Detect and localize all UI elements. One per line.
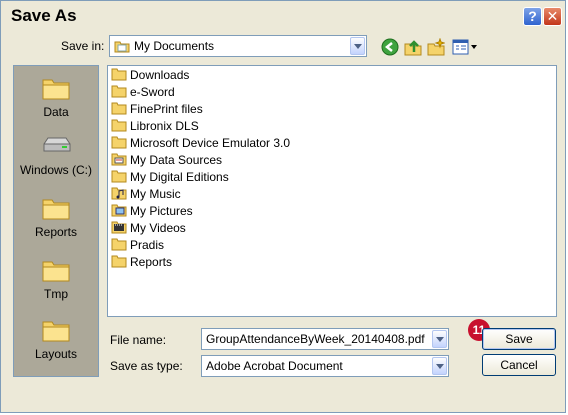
title-bar: Save As ? ✕ [1, 1, 565, 31]
chevron-down-icon[interactable] [432, 357, 447, 375]
file-name: Reports [130, 255, 173, 269]
file-name: My Pictures [130, 204, 193, 218]
save-as-dialog: Save As ? ✕ Save in: My Documents Data W… [0, 0, 566, 413]
folder-icon [42, 199, 70, 220]
cancel-button[interactable]: Cancel [482, 354, 556, 376]
place-label: Tmp [44, 287, 68, 301]
views-menu-icon[interactable] [452, 38, 478, 56]
place-label: Layouts [34, 347, 78, 361]
save-in-value: My Documents [134, 39, 215, 53]
folder-icon [42, 79, 70, 100]
file-name: e-Sword [130, 85, 175, 99]
folder-icon [111, 136, 127, 149]
place-tmp[interactable]: Tmp [14, 258, 98, 301]
list-item[interactable]: Libronix DLS [111, 118, 199, 135]
place-label: Reports [34, 225, 78, 239]
save-as-type-label: Save as type: [110, 359, 183, 373]
file-name: FinePrint files [130, 102, 203, 116]
list-item[interactable]: Pradis [111, 237, 164, 254]
file-name-value: GroupAttendanceByWeek_20140408.pdf [206, 332, 425, 346]
my-documents-icon [114, 41, 130, 53]
list-item[interactable]: Microsoft Device Emulator 3.0 [111, 135, 290, 152]
file-name: My Music [130, 187, 181, 201]
back-icon[interactable] [381, 38, 399, 56]
file-name-label: File name: [110, 333, 167, 347]
file-name: My Videos [130, 221, 186, 235]
save-as-type-value: Adobe Acrobat Document [206, 359, 343, 373]
list-item[interactable]: My Videos [111, 220, 186, 237]
file-name: My Digital Editions [130, 170, 229, 184]
folder-icon [42, 321, 70, 342]
folder-icon [42, 261, 70, 282]
list-item[interactable]: My Digital Editions [111, 169, 229, 186]
dialog-title: Save As [11, 6, 77, 25]
chevron-down-icon[interactable] [432, 330, 447, 348]
place-windows-c[interactable]: Windows (C:) [14, 134, 98, 177]
folder-icon [111, 238, 127, 251]
place-layouts[interactable]: Layouts [14, 318, 98, 361]
file-name-field[interactable]: GroupAttendanceByWeek_20140408.pdf [201, 328, 449, 350]
folder-icon [111, 85, 127, 98]
list-item[interactable]: Downloads [111, 67, 189, 84]
folder-icon [111, 119, 127, 132]
file-name: Libronix DLS [130, 119, 199, 133]
list-item[interactable]: FinePrint files [111, 101, 203, 118]
file-name: Microsoft Device Emulator 3.0 [130, 136, 291, 150]
file-name: Pradis [130, 238, 165, 252]
list-item[interactable]: My Music [111, 186, 181, 203]
file-name: My Data Sources [130, 153, 223, 167]
folder-icon [111, 68, 127, 81]
new-folder-icon[interactable] [427, 38, 445, 56]
save-in-label: Save in: [61, 39, 105, 53]
up-folder-icon[interactable] [404, 38, 422, 56]
save-in-dropdown[interactable]: My Documents [109, 35, 367, 57]
list-item[interactable]: My Pictures [111, 203, 193, 220]
file-name: Downloads [130, 68, 190, 82]
pictures-folder-icon [111, 204, 127, 217]
place-label: Windows (C:) [19, 163, 92, 177]
places-bar: Data Windows (C:) Reports Tmp Layouts [13, 65, 99, 377]
save-as-type-dropdown[interactable]: Adobe Acrobat Document [201, 355, 449, 377]
save-button[interactable]: Save [482, 328, 556, 350]
place-data[interactable]: Data [14, 76, 98, 119]
file-list[interactable]: Downloads e-Sword FinePrint files Libron… [107, 65, 557, 317]
drive-icon [43, 137, 71, 152]
music-folder-icon [111, 187, 127, 200]
list-item[interactable]: Reports [111, 254, 172, 271]
data-folder-icon [111, 153, 127, 166]
list-item[interactable]: My Data Sources [111, 152, 222, 169]
place-label: Data [43, 105, 69, 119]
help-button[interactable]: ? [523, 7, 542, 26]
close-button[interactable]: ✕ [543, 7, 562, 26]
video-folder-icon [111, 221, 127, 234]
folder-icon [111, 170, 127, 183]
folder-icon [111, 102, 127, 115]
list-item[interactable]: e-Sword [111, 84, 175, 101]
place-reports[interactable]: Reports [14, 196, 98, 239]
folder-icon [111, 255, 127, 268]
chevron-down-icon[interactable] [350, 37, 365, 55]
